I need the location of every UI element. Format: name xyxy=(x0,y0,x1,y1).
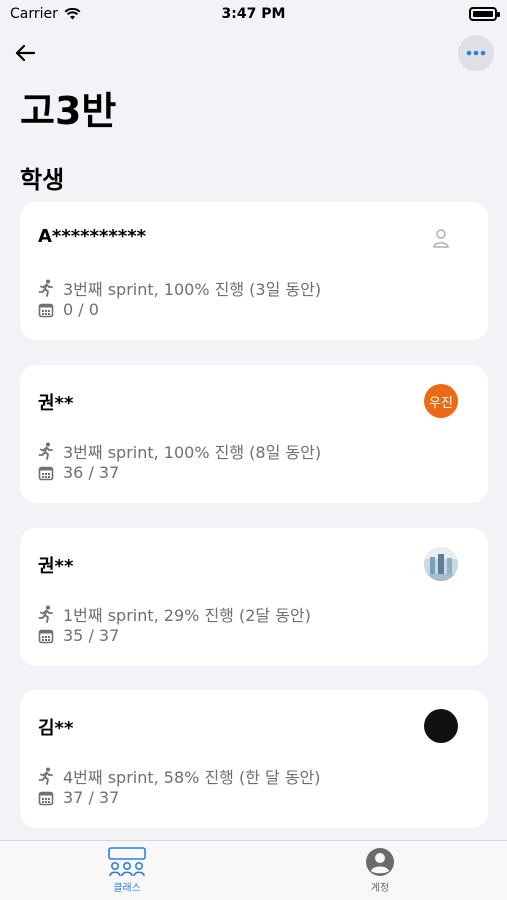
running-icon xyxy=(38,279,53,297)
running-icon xyxy=(38,767,53,785)
ellipsis-icon xyxy=(466,50,486,56)
status-time: 3:47 PM xyxy=(221,6,286,22)
section-title-students: 학생 xyxy=(20,166,65,194)
tab-bar: 클래스 계정 xyxy=(0,840,507,900)
running-icon xyxy=(38,442,53,460)
arrow-left-icon xyxy=(15,44,36,62)
sprint-text: 1번째 sprint, 29% 진행 (2달 동안) xyxy=(63,606,311,625)
sprint-info: 3번째 sprint, 100% 진행 (3일 동안) xyxy=(38,276,321,300)
tab-class[interactable]: 클래스 xyxy=(77,847,177,894)
student-name: A********** xyxy=(38,226,147,247)
person-outline-icon xyxy=(433,229,449,248)
attendance-info: 35 / 37 xyxy=(38,626,119,645)
account-circle-icon xyxy=(366,848,394,876)
count-text: 35 / 37 xyxy=(63,626,120,645)
student-name: 권** xyxy=(38,556,74,577)
back-button[interactable] xyxy=(10,38,40,68)
class-group-icon xyxy=(108,847,146,877)
avatar-initials: 우진 xyxy=(429,395,453,411)
calendar-icon xyxy=(38,791,54,805)
battery-icon xyxy=(469,7,500,21)
count-text: 36 / 37 xyxy=(63,463,120,482)
student-card[interactable]: 김** 4번째 sprint, 58% 진행 (한 달 동안) 37 / 37 xyxy=(20,690,488,828)
avatar xyxy=(424,547,458,581)
avatar xyxy=(424,221,458,255)
sprint-info: 1번째 sprint, 29% 진행 (2달 동안) xyxy=(38,602,311,626)
student-card[interactable]: A********** 3번째 sprint, 100% 진행 (3일 동안) … xyxy=(20,202,488,340)
student-name: 김** xyxy=(38,718,74,739)
student-card[interactable]: 권** 우진 3번째 sprint, 100% 진행 (8일 동안) 36 / … xyxy=(20,365,488,503)
sprint-text: 3번째 sprint, 100% 진행 (3일 동안) xyxy=(63,280,322,299)
tab-account[interactable]: 계정 xyxy=(330,847,430,894)
page-title: 고3반 xyxy=(20,89,117,133)
sprint-info: 4번째 sprint, 58% 진행 (한 달 동안) xyxy=(38,764,321,788)
student-name: 권** xyxy=(38,393,74,414)
running-icon xyxy=(38,605,53,623)
attendance-info: 0 / 0 xyxy=(38,300,99,319)
avatar: 우진 xyxy=(424,384,458,418)
calendar-icon xyxy=(38,629,54,643)
sprint-info: 3번째 sprint, 100% 진행 (8일 동안) xyxy=(38,439,321,463)
student-card[interactable]: 권** 1번째 sprint, 29% 진행 (2달 동안) 35 / 37 xyxy=(20,528,488,666)
calendar-icon xyxy=(38,303,54,317)
tab-label: 클래스 xyxy=(113,883,141,894)
more-options-button[interactable] xyxy=(458,35,494,71)
tab-label: 계정 xyxy=(370,883,390,894)
status-bar: Carrier 3:47 PM xyxy=(0,0,507,30)
count-text: 0 / 0 xyxy=(63,300,99,319)
calendar-icon xyxy=(38,466,54,480)
avatar xyxy=(424,709,458,743)
photo-avatar-icon xyxy=(424,547,458,581)
attendance-info: 36 / 37 xyxy=(38,463,119,482)
sprint-text: 4번째 sprint, 58% 진행 (한 달 동안) xyxy=(63,768,321,787)
count-text: 37 / 37 xyxy=(63,788,120,807)
sprint-text: 3번째 sprint, 100% 진행 (8일 동안) xyxy=(63,443,322,462)
attendance-info: 37 / 37 xyxy=(38,788,119,807)
